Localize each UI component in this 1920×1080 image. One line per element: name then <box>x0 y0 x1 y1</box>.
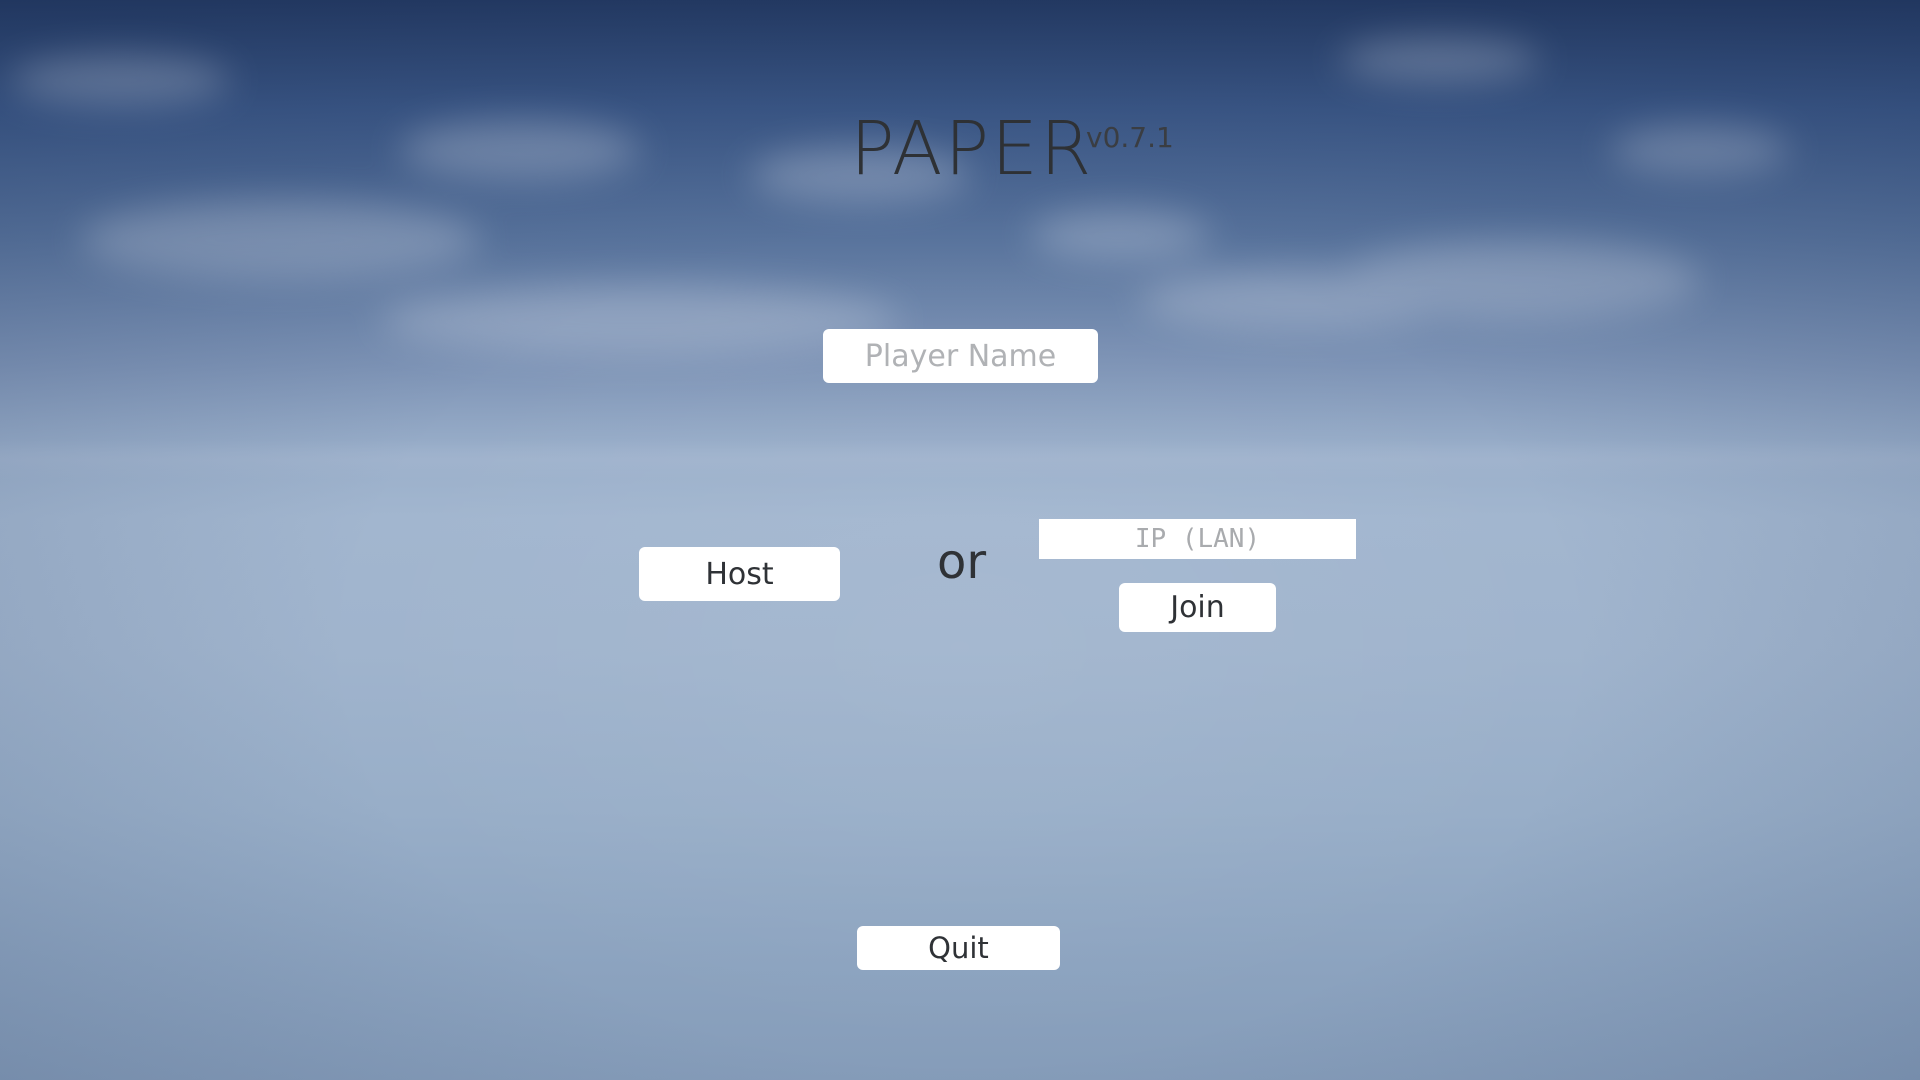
quit-button-label: Quit <box>928 931 989 965</box>
join-button-label: Join <box>1170 590 1225 625</box>
quit-button[interactable]: Quit <box>857 926 1060 970</box>
host-button[interactable]: Host <box>639 547 840 601</box>
host-button-label: Host <box>705 556 774 592</box>
game-title: PAPER <box>850 106 1094 192</box>
version-label: v0.7.1 <box>1086 121 1174 154</box>
ip-input[interactable] <box>1039 519 1356 559</box>
horizon-haze <box>0 440 1920 480</box>
player-name-input[interactable] <box>823 329 1098 383</box>
or-separator: or <box>937 534 987 590</box>
join-button[interactable]: Join <box>1119 583 1276 632</box>
sky-clouds <box>10 38 1790 355</box>
